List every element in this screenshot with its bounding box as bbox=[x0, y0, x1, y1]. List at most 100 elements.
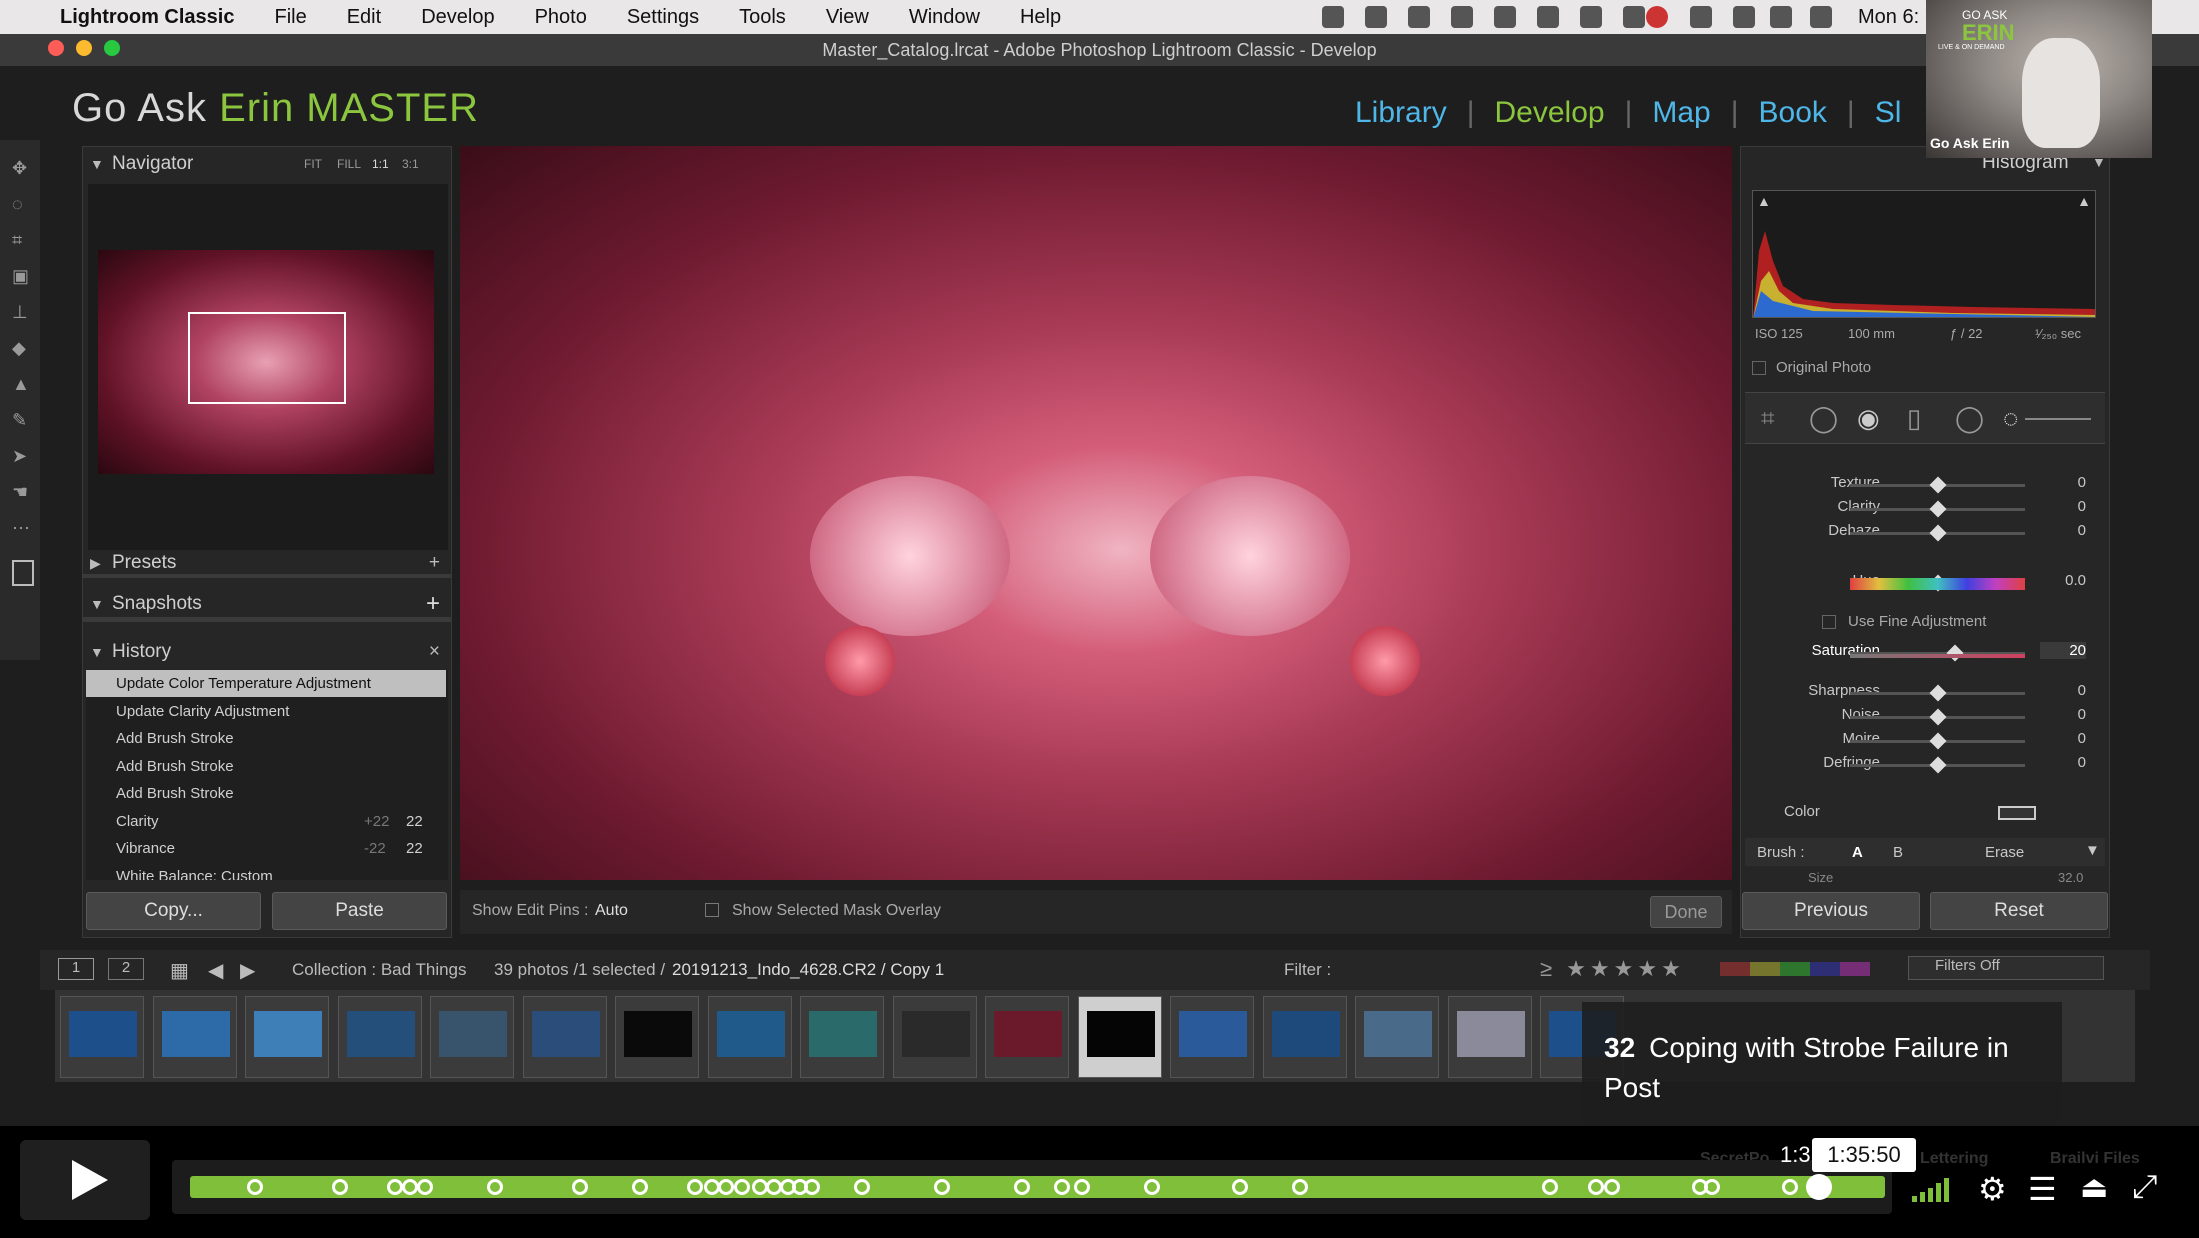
collapse-triangle-icon[interactable]: ▼ bbox=[90, 586, 104, 622]
highlight-clip-icon[interactable]: ▲ bbox=[2077, 193, 2091, 209]
select-tool-icon[interactable]: ➤ bbox=[12, 446, 32, 466]
eraser-tool-icon[interactable]: ◆ bbox=[12, 338, 32, 358]
selected-file[interactable]: 20191213_Indo_4628.CR2 / Copy 1 bbox=[672, 960, 944, 980]
filmstrip-thumbnail[interactable] bbox=[522, 996, 607, 1078]
history-item[interactable]: Update Clarity Adjustment bbox=[86, 698, 446, 725]
zoom-window-icon[interactable] bbox=[104, 40, 120, 56]
chapter-marker[interactable] bbox=[387, 1179, 403, 1195]
second-window-button[interactable]: 2 bbox=[108, 958, 144, 980]
fine-adjustment-checkbox[interactable] bbox=[1822, 615, 1836, 629]
settings-gear-icon[interactable]: ⚙ bbox=[1978, 1170, 2007, 1208]
minimize-window-icon[interactable] bbox=[76, 40, 92, 56]
menu-settings[interactable]: Settings bbox=[627, 6, 699, 29]
chapter-marker[interactable] bbox=[1542, 1179, 1558, 1195]
clear-history-icon[interactable]: × bbox=[429, 634, 440, 670]
slider-value[interactable]: 0 bbox=[2040, 474, 2086, 491]
slider-value[interactable]: 0 bbox=[2040, 730, 2086, 747]
chapter-marker[interactable] bbox=[854, 1179, 870, 1195]
navigator-thumbnail[interactable] bbox=[98, 250, 434, 474]
wifi-icon[interactable] bbox=[1770, 6, 1792, 28]
forward-icon[interactable] bbox=[1623, 6, 1645, 28]
app-tray-icon[interactable] bbox=[1580, 6, 1602, 28]
collection-label[interactable]: Collection : Bad Things bbox=[292, 960, 467, 980]
history-item[interactable]: Add Brush Stroke bbox=[86, 753, 446, 780]
history-item[interactable]: Clarity +22 22 bbox=[86, 808, 446, 835]
crop-grid-icon[interactable]: ⌗ bbox=[1761, 405, 1775, 433]
menu-window[interactable]: Window bbox=[909, 6, 980, 29]
collapse-triangle-icon[interactable]: ▼ bbox=[90, 634, 104, 670]
hue-color-bar[interactable] bbox=[1850, 578, 2025, 590]
filmstrip-thumbnail[interactable] bbox=[1262, 996, 1347, 1078]
screen-icon[interactable] bbox=[1322, 6, 1344, 28]
chapter-marker[interactable] bbox=[718, 1179, 734, 1195]
chapter-marker[interactable] bbox=[1074, 1179, 1090, 1195]
module-library[interactable]: Library bbox=[1355, 96, 1447, 130]
color-swatch[interactable] bbox=[1998, 806, 2036, 820]
chapter-marker[interactable] bbox=[572, 1179, 588, 1195]
module-map[interactable]: Map bbox=[1652, 96, 1710, 130]
slider-value[interactable]: 0 bbox=[2040, 754, 2086, 771]
previous-button[interactable]: Previous bbox=[1742, 892, 1920, 930]
menu-view[interactable]: View bbox=[826, 6, 869, 29]
chapter-marker[interactable] bbox=[1232, 1179, 1248, 1195]
filmstrip-thumbnail[interactable] bbox=[1170, 996, 1254, 1078]
filmstrip-thumbnail[interactable] bbox=[245, 996, 329, 1078]
more-tools-icon[interactable]: ⋯ bbox=[12, 518, 32, 538]
move-tool-icon[interactable]: ✥ bbox=[12, 158, 32, 178]
filmstrip-thumbnail[interactable] bbox=[430, 996, 514, 1078]
nav-1to1[interactable]: 1:1 bbox=[372, 146, 389, 182]
airplay-icon[interactable] bbox=[1690, 6, 1712, 28]
grid-view-icon[interactable]: ▦ bbox=[170, 958, 189, 983]
chapter-marker[interactable] bbox=[1704, 1179, 1720, 1195]
app-menu[interactable]: Lightroom Classic bbox=[60, 6, 234, 29]
chapter-marker[interactable] bbox=[1604, 1179, 1620, 1195]
move-icon[interactable] bbox=[1733, 6, 1755, 28]
brush-erase-button[interactable]: Erase bbox=[1985, 844, 2024, 861]
slider-value[interactable]: 0 bbox=[2040, 498, 2086, 515]
redeye-icon[interactable]: ◉ bbox=[1857, 403, 1880, 434]
module-book[interactable]: Book bbox=[1759, 96, 1827, 130]
chapter-title-overlay[interactable]: 32 Coping with Strobe Failure in Post bbox=[1582, 1002, 2062, 1130]
adjustment-brush-icon[interactable]: ◌ bbox=[2003, 403, 2018, 434]
copy-button[interactable]: Copy... bbox=[86, 892, 261, 930]
mail-icon[interactable] bbox=[1451, 6, 1473, 28]
main-window-button[interactable]: 1 bbox=[58, 958, 94, 980]
progress-scrubber[interactable] bbox=[1806, 1174, 1832, 1200]
history-item[interactable]: Add Brush Stroke bbox=[86, 780, 446, 807]
filmstrip-thumbnail[interactable] bbox=[1447, 996, 1532, 1078]
forward-arrow-icon[interactable]: ▶ bbox=[240, 958, 255, 983]
filmstrip-thumbnail[interactable] bbox=[1077, 996, 1162, 1078]
brush-a-button[interactable]: A bbox=[1852, 844, 1863, 861]
airplay-icon[interactable]: ⏏ bbox=[2080, 1170, 2108, 1205]
back-arrow-icon[interactable]: ◀ bbox=[208, 958, 223, 983]
chapter-marker[interactable] bbox=[632, 1179, 648, 1195]
filmstrip-thumbnail[interactable] bbox=[800, 996, 884, 1078]
bluetooth-icon[interactable] bbox=[1494, 6, 1516, 28]
hand-tool-icon[interactable]: ☚ bbox=[12, 482, 32, 502]
dropbox-icon[interactable] bbox=[1537, 6, 1559, 28]
paste-button[interactable]: Paste bbox=[272, 892, 447, 930]
history-item[interactable]: Vibrance -22 22 bbox=[86, 835, 446, 862]
rating-filter-stars[interactable]: ≥ ★★★★★ bbox=[1540, 956, 1685, 982]
status-icon[interactable] bbox=[1408, 6, 1430, 28]
chapter-marker[interactable] bbox=[1014, 1179, 1030, 1195]
filmstrip-thumbnail[interactable] bbox=[892, 996, 977, 1078]
add-snapshot-icon[interactable]: + bbox=[426, 586, 440, 622]
menu-tools[interactable]: Tools bbox=[739, 6, 786, 29]
chapter-marker[interactable] bbox=[687, 1179, 703, 1195]
photo-canvas[interactable] bbox=[460, 146, 1732, 880]
chevron-down-icon[interactable]: ▼ bbox=[2085, 842, 2100, 859]
filmstrip-thumbnail[interactable] bbox=[337, 996, 422, 1078]
chapter-marker[interactable] bbox=[934, 1179, 950, 1195]
histogram-chart[interactable]: ▲ ▲ bbox=[1752, 190, 2096, 318]
filmstrip-thumbnail[interactable] bbox=[1355, 996, 1439, 1078]
chapter-marker[interactable] bbox=[1054, 1179, 1070, 1195]
edit-pins-select[interactable]: Auto bbox=[595, 902, 628, 920]
close-window-icon[interactable] bbox=[48, 40, 64, 56]
chapter-marker[interactable] bbox=[332, 1179, 348, 1195]
done-button[interactable]: Done bbox=[1650, 896, 1722, 928]
progress-bar[interactable] bbox=[190, 1176, 1885, 1198]
fullscreen-icon[interactable]: ⤢ bbox=[2132, 1168, 2158, 1206]
cc-icon[interactable] bbox=[1365, 6, 1387, 28]
add-preset-icon[interactable]: + bbox=[429, 548, 440, 578]
